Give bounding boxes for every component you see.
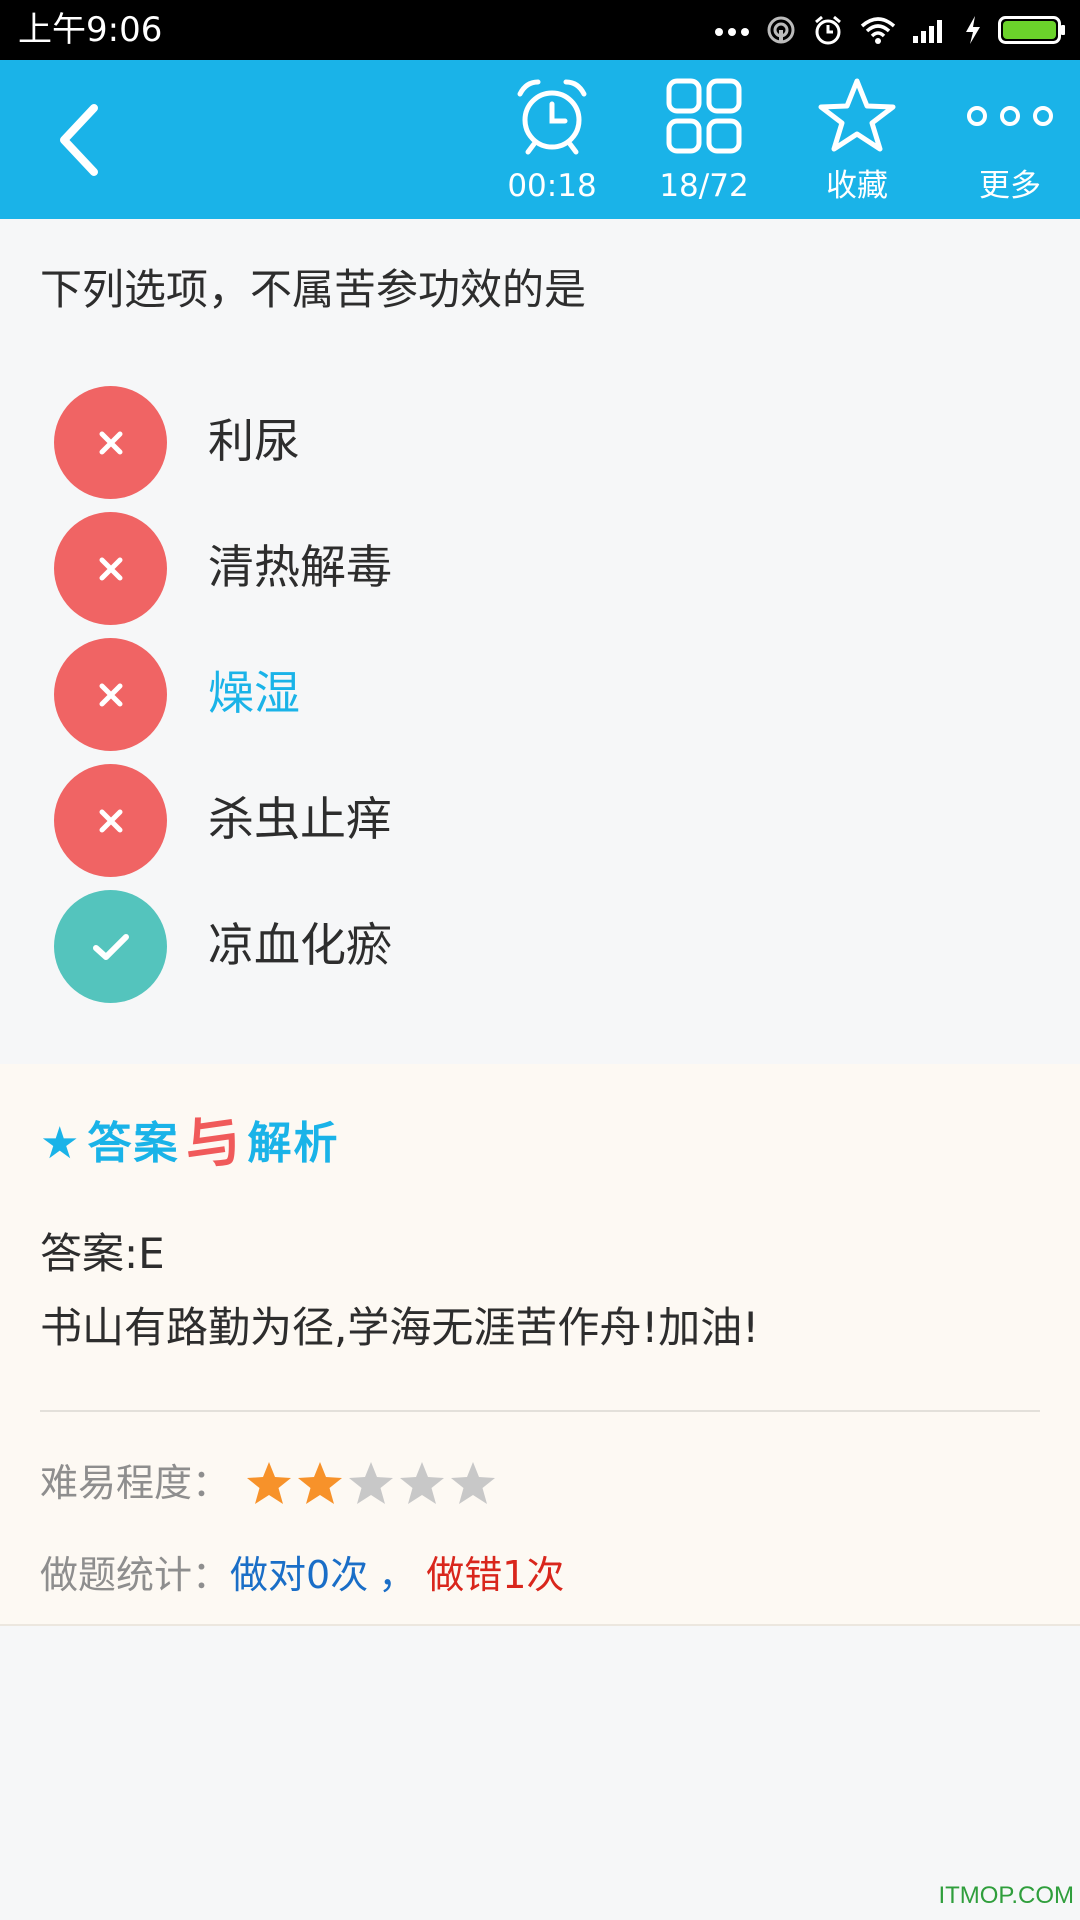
more-dots-icon — [967, 106, 1053, 126]
back-button[interactable] — [30, 90, 130, 190]
wrong-marker — [54, 764, 167, 877]
status-bar: 上午9:06 — [0, 0, 1080, 60]
difficulty-row: 难易程度： — [40, 1448, 498, 1518]
divider — [40, 1410, 1040, 1412]
heading-analysis: 解析 — [247, 1118, 340, 1169]
wifi-icon — [860, 17, 896, 44]
star-icon: ★ — [40, 1118, 80, 1169]
option-label: 清热解毒 — [208, 540, 392, 594]
wrong-marker — [54, 386, 167, 499]
top-toolbar: 00:18 18/72 收藏 更多 — [0, 60, 1080, 219]
analysis-heading: ★ 答案 与 解析 — [40, 1104, 339, 1184]
option-c[interactable]: 燥湿 — [0, 632, 1080, 752]
option-b[interactable]: 清热解毒 — [0, 506, 1080, 626]
star-filled-icon — [247, 1462, 292, 1504]
star-empty-icon — [349, 1462, 394, 1504]
more-button[interactable]: 更多 — [935, 60, 1080, 219]
grid-icon — [666, 78, 742, 154]
close-icon — [99, 809, 122, 832]
option-e[interactable]: 凉血化瘀 — [0, 884, 1080, 1004]
favorite-label: 收藏 — [826, 168, 888, 204]
more-label: 更多 — [979, 168, 1041, 204]
correct-marker — [54, 890, 167, 1003]
timer-label: 00:18 — [507, 168, 597, 204]
more-dots-icon — [715, 28, 749, 36]
option-label: 凉血化瘀 — [208, 918, 392, 972]
option-d[interactable]: 杀虫止痒 — [0, 758, 1080, 878]
analysis-panel: ★ 答案 与 解析 答案:E 书山有路勤为径,学海无涯苦作舟!加油! 难易程度：… — [0, 1064, 1080, 1626]
favorite-button[interactable]: 收藏 — [782, 60, 932, 219]
status-icons — [714, 0, 1066, 60]
wrong-marker — [54, 638, 167, 751]
battery-icon — [998, 16, 1065, 44]
difficulty-stars — [244, 1458, 498, 1508]
stats-correct-count: 做对0次 — [230, 1553, 369, 1597]
heading-and: 与 — [181, 1107, 246, 1180]
progress-label: 18/72 — [659, 168, 749, 204]
status-time: 上午9:06 — [18, 10, 163, 50]
option-label: 利尿 — [208, 414, 300, 468]
star-empty-icon — [451, 1462, 496, 1504]
option-a[interactable]: 利尿 — [0, 380, 1080, 500]
signal-icon — [913, 20, 942, 43]
option-label: 杀虫止痒 — [208, 792, 392, 846]
progress-button[interactable]: 18/72 — [629, 60, 779, 219]
stats-separator: ， — [378, 1553, 417, 1597]
watermark: ITMOP.COM — [938, 1882, 1074, 1909]
chevron-left-icon — [60, 104, 98, 176]
star-empty-icon — [400, 1462, 445, 1504]
wrong-marker — [54, 512, 167, 625]
alarm-clock-icon — [517, 79, 587, 155]
star-filled-icon — [298, 1462, 343, 1504]
charging-icon — [966, 16, 980, 44]
alarm-status-icon — [815, 15, 841, 45]
heading-answer: 答案 — [87, 1118, 180, 1169]
comment-text: 书山有路勤为径,学海无涯苦作舟!加油! — [40, 1303, 760, 1352]
star-outline-icon — [818, 78, 896, 152]
stats-wrong-count: 做错1次 — [426, 1553, 565, 1597]
question-text: 下列选项，不属苦参功效的是 — [40, 265, 587, 314]
close-icon — [99, 683, 122, 706]
close-icon — [99, 431, 122, 454]
check-icon — [92, 933, 129, 960]
answer-text: 答案:E — [40, 1229, 165, 1278]
difficulty-label: 难易程度： — [40, 1461, 231, 1505]
stats-label: 做题统计： — [40, 1553, 231, 1597]
hotspot-icon — [767, 16, 795, 44]
close-icon — [99, 557, 122, 580]
stats-row: 做题统计： 做对0次 ， 做错1次 — [40, 1540, 564, 1610]
option-label-selected: 燥湿 — [208, 666, 300, 720]
timer-button[interactable]: 00:18 — [477, 60, 627, 219]
